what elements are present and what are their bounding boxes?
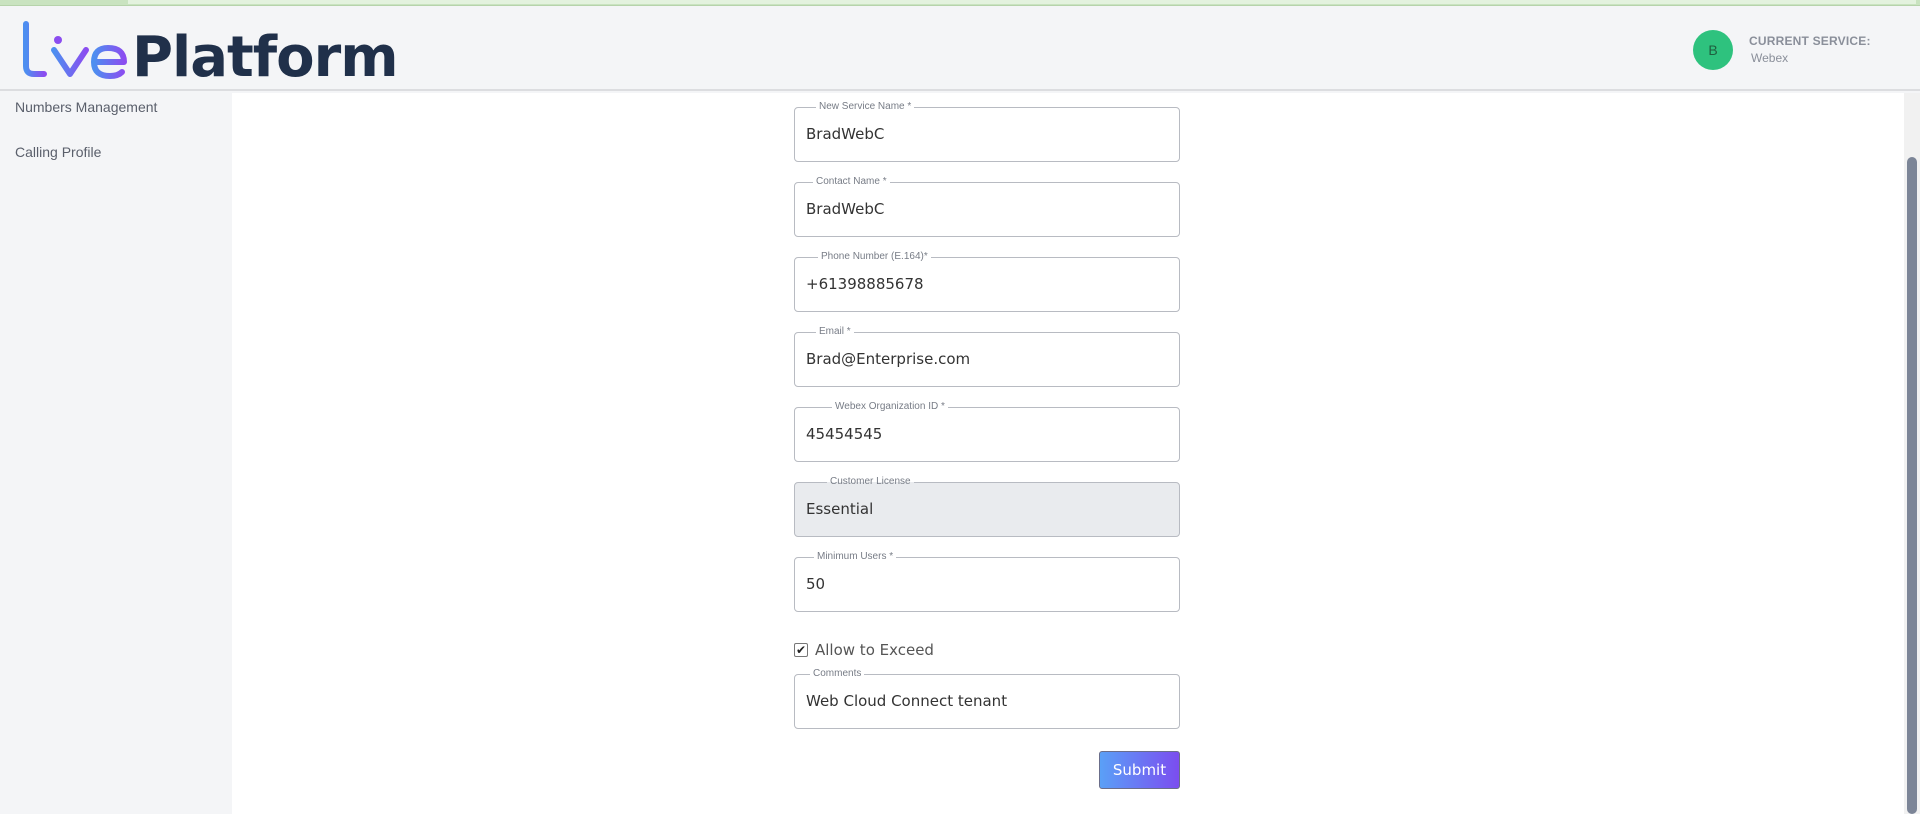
logo-text: Platform	[132, 25, 399, 90]
submit-button[interactable]: Submit	[1099, 751, 1180, 789]
liveplatform-logo[interactable]: Platform	[20, 20, 399, 86]
sidebar: Numbers Management Calling Profile	[0, 93, 232, 814]
new-service-name-field[interactable]: New Service Name * BradWebC	[794, 100, 1180, 162]
field-label: Phone Number (E.164)*	[818, 250, 931, 264]
field-label: Webex Organization ID *	[832, 400, 948, 414]
field-value: Web Cloud Connect tenant	[806, 692, 1008, 710]
allow-to-exceed-checkbox[interactable]: ✔	[794, 643, 808, 657]
allow-to-exceed-label: Allow to Exceed	[815, 641, 934, 659]
sidebar-item-numbers-management[interactable]: Numbers Management	[15, 99, 157, 115]
phone-number-field[interactable]: Phone Number (E.164)* +61398885678	[794, 250, 1180, 312]
email-field[interactable]: Email * Brad@Enterprise.com	[794, 325, 1180, 387]
field-value: Brad@Enterprise.com	[806, 350, 971, 368]
field-value: Essential	[806, 500, 874, 518]
current-service-value: Webex	[1751, 51, 1789, 65]
field-label: Customer License	[827, 475, 914, 489]
field-label: New Service Name *	[816, 100, 915, 114]
minimum-users-field[interactable]: Minimum Users * 50	[794, 550, 1180, 612]
sidebar-item-calling-profile[interactable]: Calling Profile	[15, 144, 101, 160]
field-value: BradWebC	[806, 125, 885, 143]
comments-field[interactable]: Comments Web Cloud Connect tenant	[794, 667, 1180, 729]
top-strip-lip	[128, 0, 1916, 4]
live-logo-mark	[23, 21, 127, 80]
field-value: 45454545	[806, 425, 883, 443]
vertical-scrollbar[interactable]	[1904, 93, 1920, 814]
checkmark-icon: ✔	[795, 643, 807, 657]
current-service-label: CURRENT SERVICE:	[1749, 34, 1871, 48]
field-label: Email *	[816, 325, 854, 339]
field-value: 50	[806, 575, 826, 593]
field-label: Contact Name *	[813, 175, 890, 189]
user-avatar[interactable]: B	[1693, 30, 1733, 70]
main-content: New Service Name * BradWebC Contact Name…	[232, 93, 1904, 814]
customer-license-field: Customer License Essential	[794, 475, 1180, 537]
field-value: +61398885678	[806, 275, 924, 293]
field-label: Minimum Users *	[814, 550, 897, 564]
scrollbar-thumb[interactable]	[1907, 157, 1917, 814]
allow-to-exceed-row: ✔ Allow to Exceed	[794, 641, 934, 659]
field-value: BradWebC	[806, 200, 885, 218]
app-header: Platform B CURRENT SERVICE: Webex	[0, 6, 1920, 91]
field-label: Comments	[810, 667, 865, 681]
contact-name-field[interactable]: Contact Name * BradWebC	[794, 175, 1180, 237]
webex-organization-id-field[interactable]: Webex Organization ID * 45454545	[794, 400, 1180, 462]
